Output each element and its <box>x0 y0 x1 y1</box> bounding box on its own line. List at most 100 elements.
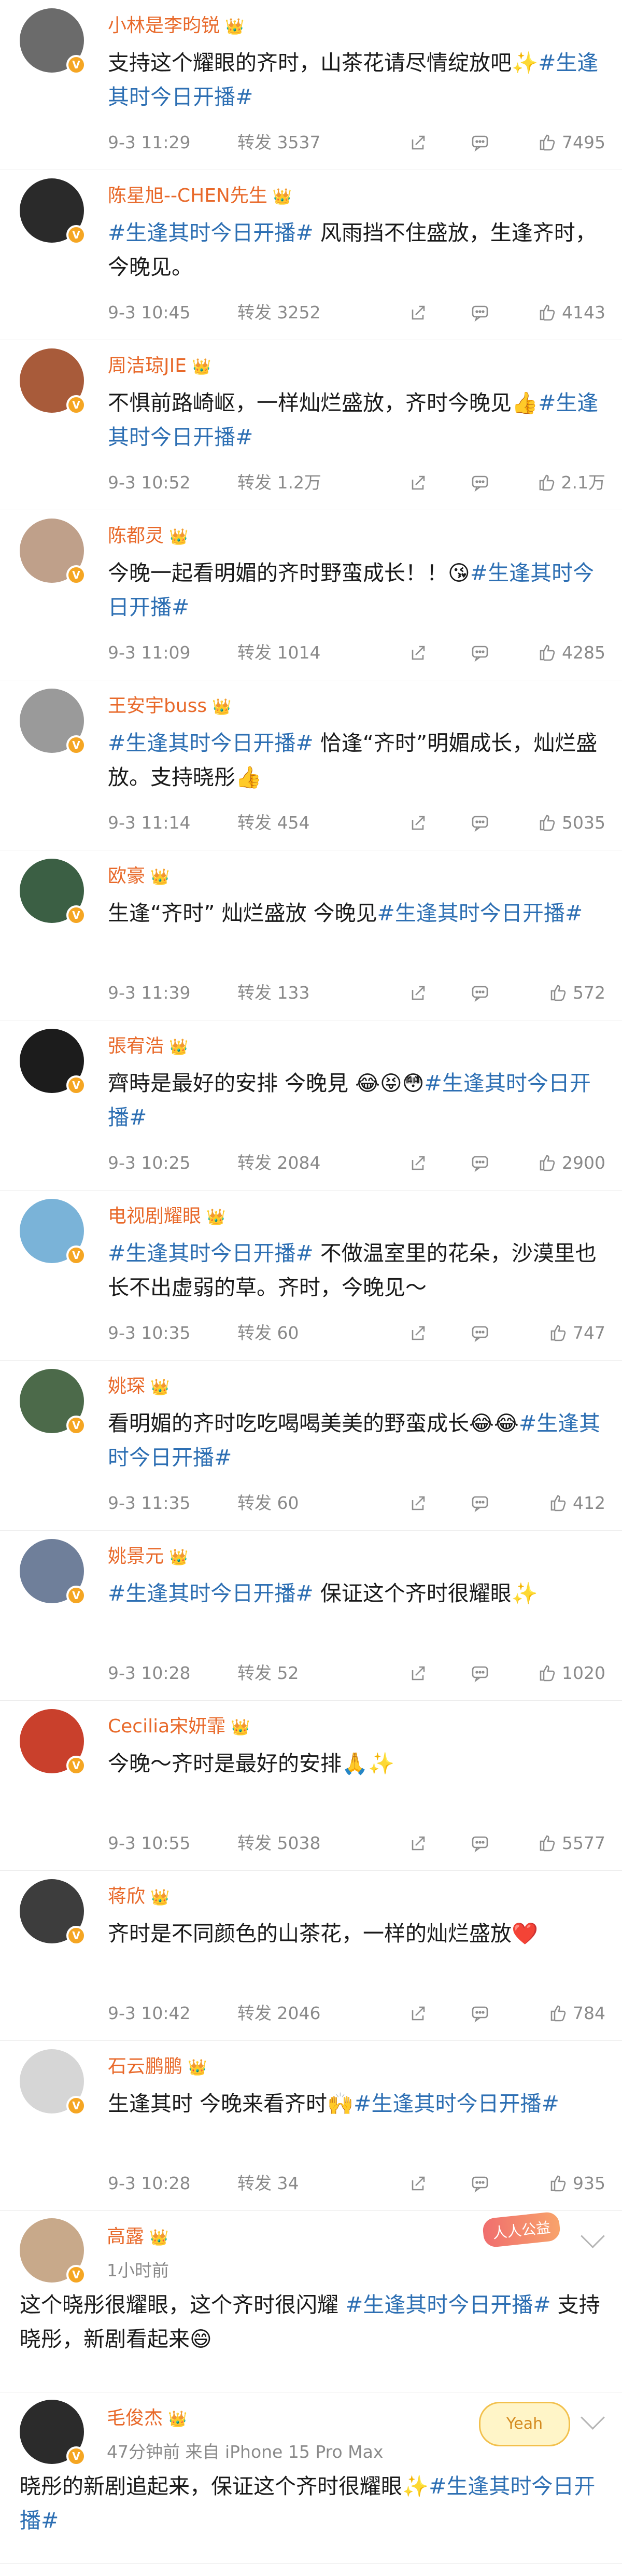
like-icon[interactable] <box>538 302 562 323</box>
repost-count[interactable]: 转发 60 <box>237 1322 299 1345</box>
share-icon[interactable] <box>408 814 427 838</box>
avatar[interactable]: V <box>20 8 86 75</box>
comment-icon[interactable] <box>471 643 489 668</box>
author-name[interactable]: 張宥浩 👑 <box>108 1031 188 1058</box>
avatar[interactable]: V <box>20 178 86 245</box>
share-icon[interactable] <box>408 303 427 328</box>
like-icon[interactable] <box>538 813 562 833</box>
share-icon[interactable] <box>408 2174 427 2199</box>
comment-icon[interactable] <box>471 1834 489 1858</box>
avatar[interactable]: V <box>20 2049 86 2116</box>
author-name[interactable]: 姚琛 👑 <box>108 1371 169 1398</box>
avatar[interactable]: V <box>20 2400 86 2466</box>
comment-icon[interactable] <box>471 1664 489 1688</box>
author-name[interactable]: 姚景元 👑 <box>108 1541 188 1568</box>
author-name[interactable]: 高露 👑 <box>107 2221 168 2248</box>
share-icon[interactable] <box>408 643 427 668</box>
avatar[interactable]: V <box>20 1879 86 1945</box>
author-name[interactable]: 电视剧耀眼 👑 <box>108 1201 225 1228</box>
comment-icon[interactable] <box>471 2004 489 2028</box>
like-button[interactable]: 5577 <box>538 1832 605 1855</box>
like-button[interactable]: 1020 <box>538 1662 605 1685</box>
share-icon[interactable] <box>408 1154 427 1178</box>
share-icon[interactable] <box>408 1324 427 1348</box>
repost-count[interactable]: 转发 454 <box>237 811 309 834</box>
like-icon[interactable] <box>538 472 561 493</box>
like-icon[interactable] <box>549 2173 573 2193</box>
comment-icon[interactable] <box>471 133 489 158</box>
like-button[interactable]: 784 <box>549 2002 605 2025</box>
like-button[interactable]: 572 <box>549 982 605 1004</box>
repost-count[interactable]: 转发 1014 <box>237 641 320 664</box>
like-button[interactable]: 935 <box>549 2172 605 2195</box>
avatar[interactable]: V <box>20 1199 86 1265</box>
like-icon[interactable] <box>549 1323 573 1343</box>
like-icon[interactable] <box>538 1153 562 1173</box>
like-button[interactable]: 4285 <box>538 641 605 664</box>
avatar[interactable]: V <box>20 519 86 585</box>
repost-count[interactable]: 转发 2046 <box>237 2002 320 2025</box>
author-name[interactable]: 小林是李昀锐 👑 <box>108 10 244 37</box>
avatar[interactable]: V <box>20 1369 86 1435</box>
repost-count[interactable]: 转发 52 <box>237 1662 299 1685</box>
share-icon[interactable] <box>408 984 427 1008</box>
hashtag-link[interactable]: #生逢其时今日开播# <box>108 1241 314 1266</box>
like-icon[interactable] <box>549 1493 573 1513</box>
comment-icon[interactable] <box>471 814 489 838</box>
comment-icon[interactable] <box>471 1154 489 1178</box>
like-icon[interactable] <box>549 2003 573 2023</box>
avatar[interactable]: V <box>20 1539 86 1605</box>
hashtag-link[interactable]: #生逢其时今日开播# <box>377 901 583 926</box>
repost-count[interactable]: 转发 133 <box>237 982 309 1004</box>
repost-count[interactable]: 转发 34 <box>237 2172 299 2195</box>
avatar[interactable]: V <box>20 2218 86 2285</box>
like-icon[interactable] <box>549 983 573 1003</box>
comment-icon[interactable] <box>471 1324 489 1348</box>
like-icon[interactable] <box>538 1833 562 1853</box>
author-name[interactable]: 蒋欣 👑 <box>108 1881 169 1908</box>
comment-icon[interactable] <box>471 2174 489 2199</box>
like-button[interactable]: 5035 <box>538 811 605 834</box>
avatar[interactable]: V <box>20 689 86 755</box>
like-button[interactable]: 747 <box>549 1322 605 1345</box>
like-button[interactable]: 412 <box>549 1492 605 1515</box>
author-name[interactable]: 周洁琼JIE 👑 <box>108 351 211 377</box>
share-icon[interactable] <box>408 1664 427 1688</box>
hashtag-link[interactable]: #生逢其时今日开播# <box>108 220 314 245</box>
share-icon[interactable] <box>408 473 427 498</box>
share-icon[interactable] <box>408 2004 427 2028</box>
like-button[interactable]: 2900 <box>538 1152 605 1174</box>
chevron-down-icon[interactable] <box>581 2405 605 2430</box>
comment-icon[interactable] <box>471 1494 489 1518</box>
author-name[interactable]: Cecilia宋妍霏 👑 <box>108 1711 250 1738</box>
author-name[interactable]: 王安宇buss 👑 <box>108 691 232 718</box>
like-button[interactable]: 2.1万 <box>538 471 605 494</box>
share-icon[interactable] <box>408 133 427 158</box>
like-icon[interactable] <box>538 642 562 663</box>
hashtag-link[interactable]: #生逢其时今日开播# <box>108 1581 314 1606</box>
repost-count[interactable]: 转发 5038 <box>237 1832 320 1855</box>
author-name[interactable]: 石云鹏鹏 👑 <box>108 2051 207 2078</box>
chevron-down-icon[interactable] <box>581 2224 605 2248</box>
author-name[interactable]: 陈星旭--CHEN先生 👑 <box>108 180 292 207</box>
comment-icon[interactable] <box>471 303 489 328</box>
author-name[interactable]: 欧豪 👑 <box>108 861 169 888</box>
comment-icon[interactable] <box>471 473 489 498</box>
repost-count[interactable]: 转发 60 <box>237 1492 299 1515</box>
hashtag-link[interactable]: #生逢其时今日开播# <box>354 2091 559 2116</box>
share-icon[interactable] <box>408 1494 427 1518</box>
like-icon[interactable] <box>538 1663 562 1683</box>
hashtag-link[interactable]: #生逢其时今日开播# <box>108 731 314 755</box>
author-name[interactable]: 陈都灵 👑 <box>108 521 188 548</box>
avatar[interactable]: V <box>20 1029 86 1095</box>
author-name[interactable]: 毛俊杰 👑 <box>107 2403 187 2430</box>
like-button[interactable]: 4143 <box>538 301 605 324</box>
repost-count[interactable]: 转发 3252 <box>237 301 320 324</box>
repost-count[interactable]: 转发 3537 <box>237 131 320 154</box>
like-icon[interactable] <box>538 132 562 152</box>
avatar[interactable]: V <box>20 1709 86 1775</box>
hashtag-link[interactable]: #生逢其时今日开播# <box>345 2292 551 2317</box>
avatar[interactable]: V <box>20 348 86 415</box>
repost-count[interactable]: 转发 2084 <box>237 1152 320 1174</box>
share-icon[interactable] <box>408 1834 427 1858</box>
